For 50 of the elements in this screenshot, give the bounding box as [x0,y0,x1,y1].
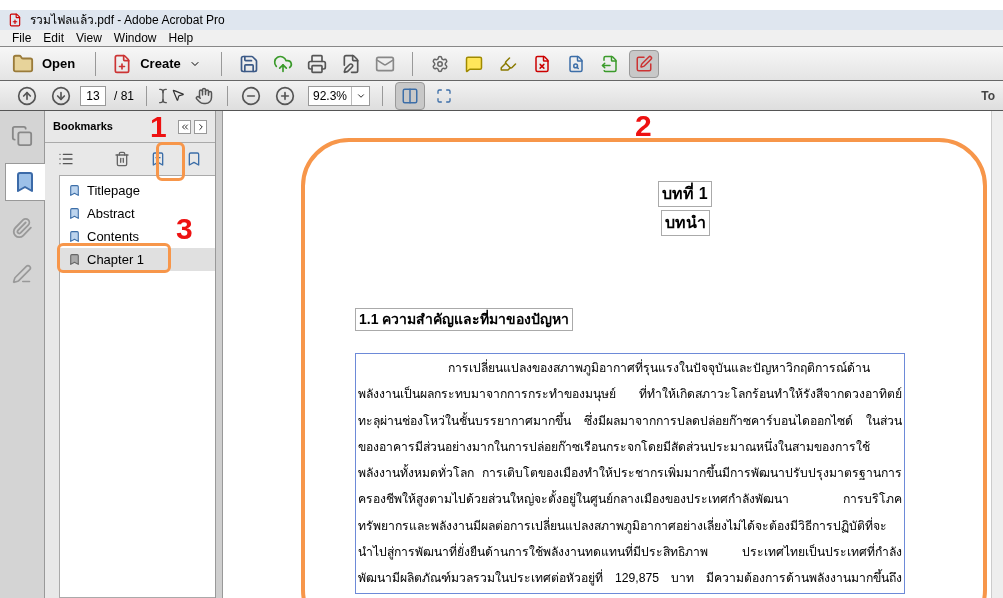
tools-label[interactable]: To [981,86,995,105]
bookmark-item[interactable]: Contents [60,225,144,248]
bookmark-icon [68,230,81,243]
highlight-frame [156,142,185,181]
paragraph-line: การเปลี่ยนแปลงของสภาพภูมิอากาศที่รุนแรงในปัจจุบันและปัญหาวิกฤติการณ์ด้าน [447,358,871,378]
menu-item[interactable]: View [76,29,102,47]
window-title: รวมไฟลแล้ว.pdf - Adobe Acrobat Pro [30,12,225,29]
open-button[interactable]: Open [12,52,88,75]
paragraph-line: พัฒนามีผลิตภัณฑ์มวลรวมในประเทศต่อหัวอยู่ที่ 129,875 บาท มีความต้องการด้านพลังงานมากขึ้นถึง [358,568,902,588]
zoom-field[interactable]: 92.3% [308,85,370,106]
menu-item[interactable]: File [12,29,32,47]
sidebar-tab[interactable] [4,163,45,201]
paragraph-line: พลังงานทั้งหมดทั่วโลก การเติบโตของเมืองทำให้ประชากรเพิ่มมากขึ้นมีการพัฒนาปรับปรุงมาตรฐานการ [358,463,902,483]
expand-button[interactable] [194,119,207,134]
paragraph-line: ของอาคารมีส่วนอย่างมากในการปล่อยก๊าซเรือนกระจกโดยมีสัดส่วนประมาณหนึ่งในสามของการใช้ [358,437,871,456]
annotation-number: 2 [635,108,652,144]
form-edit-icon[interactable] [628,49,659,78]
panel-title: Bookmarks [53,119,113,135]
pages-icon [11,125,33,147]
paragraph-line: พลังงานเป็นผลกระทบมาจากการกระทำของมนุษย์ ที่ทำให้เกิดสภาวะโลกร้อนทำให้รังสีจากดวงอาทิตย์ [358,384,902,404]
page-number-field[interactable]: 13 [80,85,106,106]
double-chevron-icon [179,121,190,132]
collapse-panel-button[interactable] [178,119,191,134]
signature-icon [12,264,32,284]
page-count: / 81 [113,87,135,105]
bookmark-item[interactable]: Chapter 1 [60,248,215,271]
scrollbar[interactable] [991,111,1003,598]
chapter-title: บทนำ [660,210,710,236]
paragraph-line: ทะลุผ่านช่องโหว่ในชั้นบรรยากาศมากขึ้น ซึ่งมีผลมาจากการปลดปล่อยก๊าซคาร์บอนไดออกไซด์ ในส่วน [358,411,902,431]
paragraph-line: นำไปสู่การพัฒนาที่ยั่งยืนด้านการใช้พลังงานทดแทนที่มีประสิทธิภาพ ประเทศไทยเป็นประเทศที่กำลัง [358,542,902,562]
paperclip-icon [11,217,33,239]
annotation-number: 1 [150,109,167,145]
menu-item[interactable]: Window [113,29,157,47]
section-heading: 1.1 ความสำคัญและที่มาของปัญหา [355,308,574,331]
chapter-number: บทที่ 1 [658,181,712,207]
menu-item[interactable]: Help [168,29,194,47]
create-button[interactable]: Create [104,53,209,74]
menu-item[interactable]: Edit [43,29,65,47]
pdf-icon [8,13,22,27]
folder-icon [12,52,34,75]
paragraph-line: ทรัพยากรและพลังงานมีผลต่อการเปลี่ยนแปลงสภาพภูมิอากาศอย่างเลี่ยงไม่ได้จะต้องมีวิธีการปฏิบัติที่จะ [358,516,888,536]
bookmark-icon [68,207,81,220]
document-plus-icon [112,53,133,74]
bookmark-icon [68,184,81,197]
annotation-number: 3 [176,211,193,247]
paragraph-line: ครองชีพให้สูงตามไปด้วยส่วนใหญ่จะตั้งอยู่ในศูนย์กลางเมืองของประเทศกำลังพัฒนา การบริโภค [358,489,902,509]
bookmark-item[interactable]: Abstract [60,202,139,225]
scrolling-mode-icon[interactable] [395,81,425,110]
bookmark-icon [68,253,81,266]
bookmark-item[interactable]: Titlepage [60,179,144,202]
